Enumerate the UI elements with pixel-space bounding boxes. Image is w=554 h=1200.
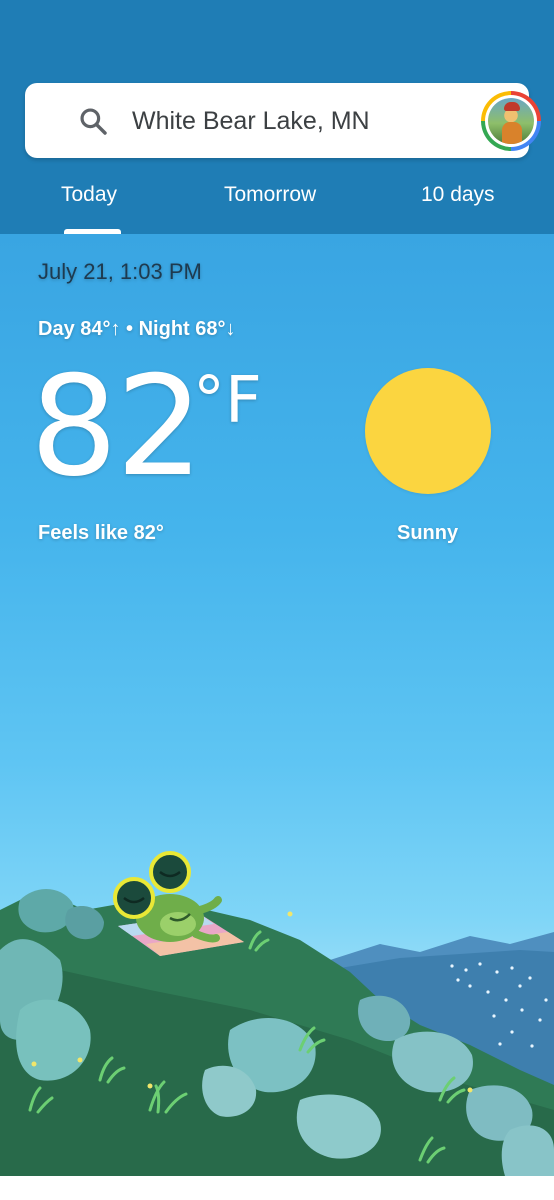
sun-icon (365, 368, 491, 494)
day-night-temps: Day 84°↑ • Night 68°↓ (38, 318, 236, 340)
tab-10-days[interactable]: 10 days (421, 180, 495, 210)
selected-tab-indicator (64, 229, 121, 234)
avatar-photo (488, 98, 534, 144)
tab-bar: Today Tomorrow 10 days (0, 170, 554, 234)
avatar[interactable] (481, 91, 541, 151)
search-icon[interactable] (77, 105, 109, 137)
bottom-strip (0, 1176, 554, 1200)
location-text[interactable]: White Bear Lake, MN (132, 105, 370, 137)
weather-app: White Bear Lake, MN Today Tomorrow 10 da… (0, 0, 554, 1176)
feels-like: Feels like 82° (38, 522, 164, 544)
tab-tomorrow[interactable]: Tomorrow (224, 180, 316, 210)
date-time: July 21, 1:03 PM (38, 259, 202, 284)
tab-today[interactable]: Today (61, 180, 117, 210)
condition-label: Sunny (397, 522, 459, 544)
current-temperature: 82 (30, 346, 204, 507)
temperature-unit: °F (193, 364, 262, 438)
header: White Bear Lake, MN Today Tomorrow 10 da… (0, 0, 554, 234)
frog-hill-illustration (0, 851, 554, 1176)
search-bar[interactable]: White Bear Lake, MN (25, 83, 541, 158)
